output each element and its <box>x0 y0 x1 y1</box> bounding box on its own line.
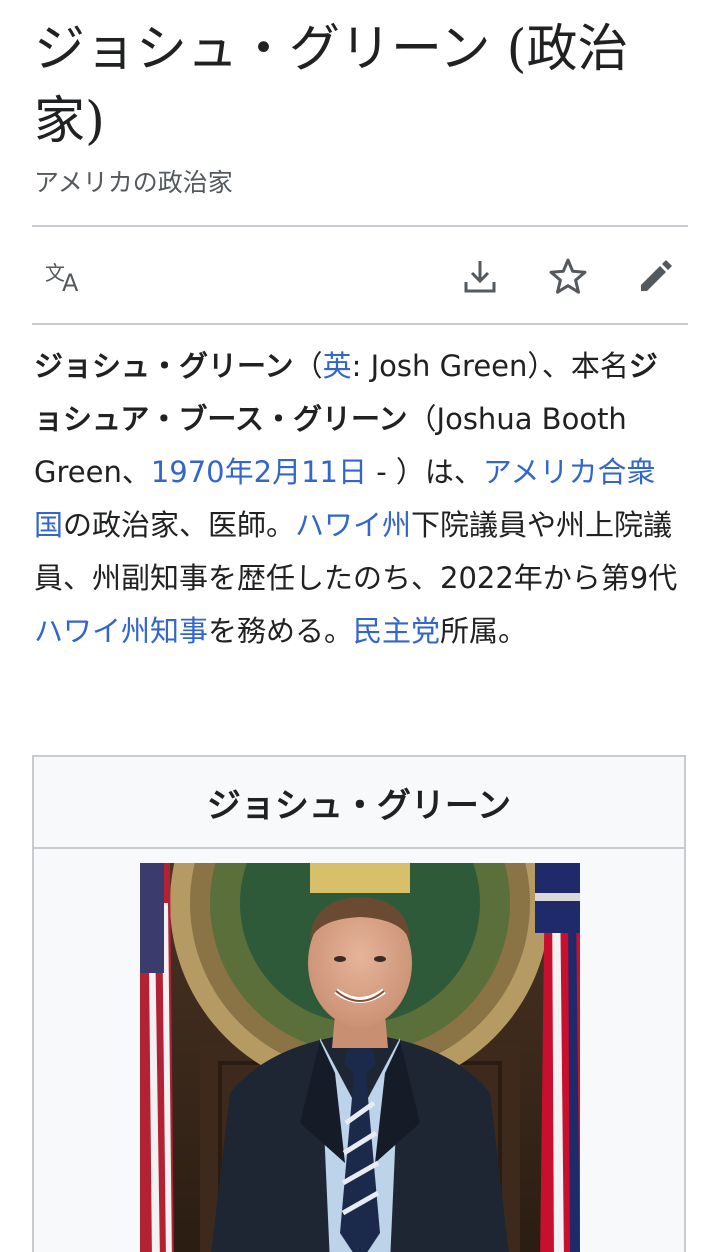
header-divider-bottom <box>32 323 688 325</box>
governor-link[interactable]: ハワイ州知事 <box>34 614 208 648</box>
intro-paragraph: ジョシュ・グリーン（英: Josh Green）、本名ジョシュア・ブース・グリー… <box>34 340 684 658</box>
download-icon[interactable] <box>456 252 504 300</box>
article-page: ジョシュ・グリーン (政治家) アメリカの政治家 文 A ジョシュ・グリーン（英… <box>0 0 720 1252</box>
english-name-text: : Josh Green）、本名 <box>351 349 629 383</box>
infobox: ジョシュ・グリーン <box>32 755 686 1252</box>
page-title: ジョシュ・グリーン (政治家) <box>34 20 629 151</box>
intro-text-4: 所属。 <box>440 614 528 648</box>
subject-name: ジョシュ・グリーン <box>34 349 294 383</box>
birth-date-link[interactable]: 1970年2月11日 <box>151 455 367 489</box>
portrait-image[interactable] <box>140 863 580 1252</box>
infobox-caption: ジョシュ・グリーン <box>34 757 684 849</box>
translate-icon[interactable]: 文 A <box>40 252 88 300</box>
hawaii-state-link[interactable]: ハワイ州 <box>295 508 411 542</box>
header-divider-top <box>32 225 688 227</box>
paren-open: （ <box>293 349 323 383</box>
english-language-link[interactable]: 英 <box>323 349 352 383</box>
birth-suffix-text: - ）は、 <box>366 455 483 489</box>
democratic-party-link[interactable]: 民主党 <box>353 614 440 648</box>
pencil-icon[interactable] <box>632 252 680 300</box>
page-description: アメリカの政治家 <box>34 168 233 197</box>
intro-text-3: を務める。 <box>208 614 354 648</box>
svg-text:A: A <box>62 269 79 294</box>
intro-text-1: の政治家、医師。 <box>63 508 296 542</box>
star-icon[interactable] <box>544 252 592 300</box>
